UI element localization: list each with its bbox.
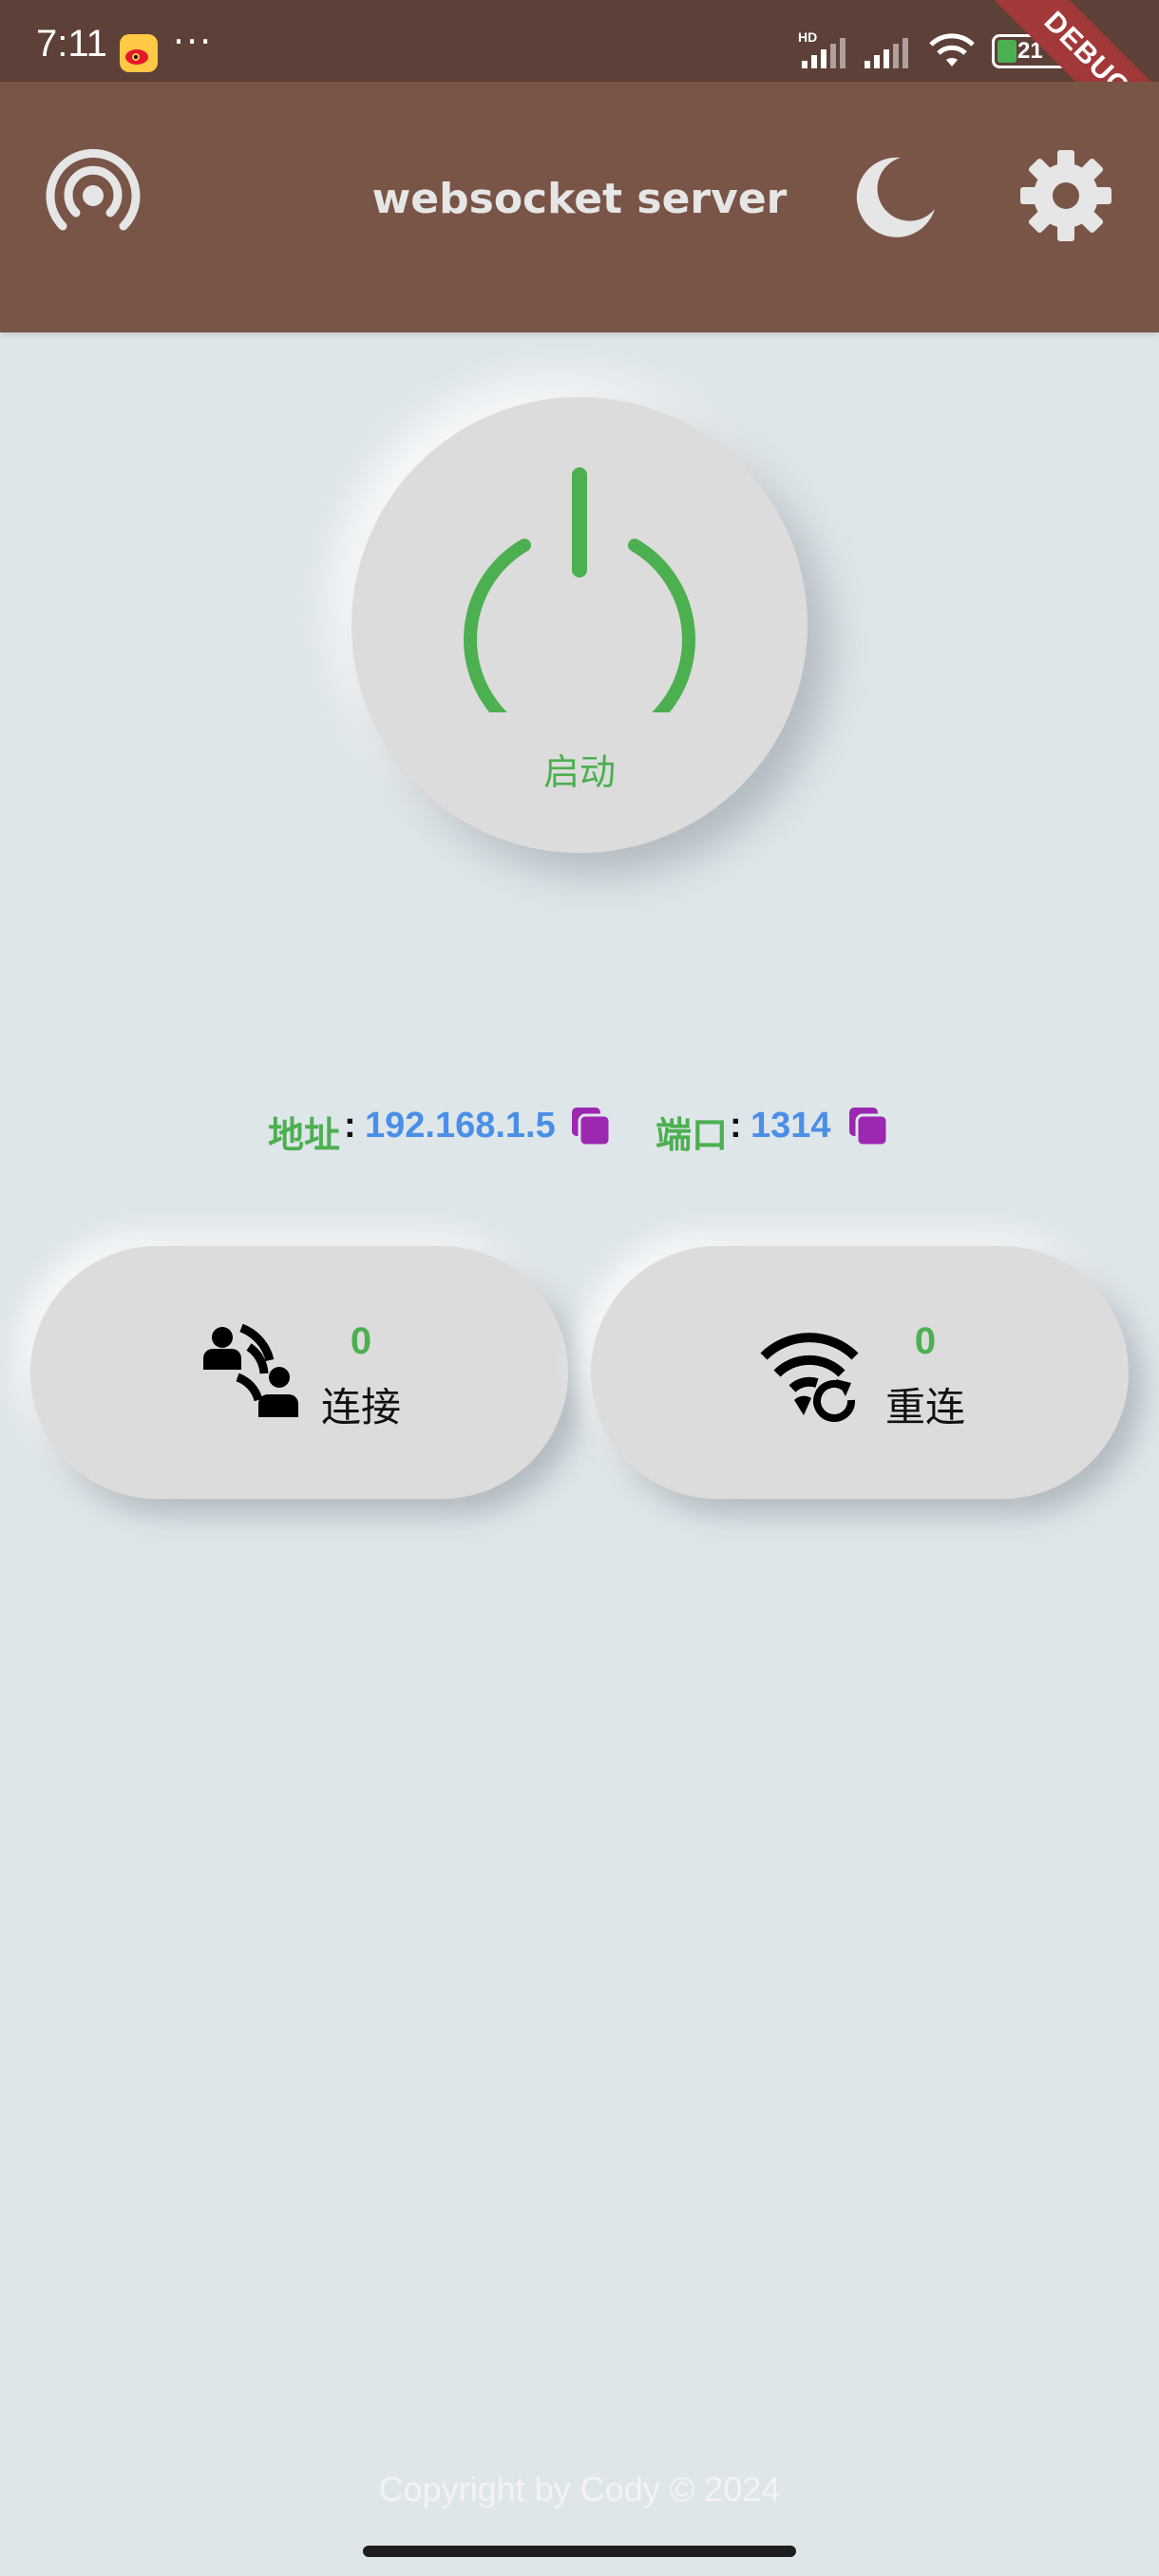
moon-icon[interactable] (844, 148, 942, 247)
weibo-notification-icon (120, 34, 158, 72)
person-connect-icon (200, 1323, 298, 1423)
copy-port-icon[interactable] (847, 1106, 889, 1147)
wifi-icon (927, 30, 977, 74)
connection-info: 地址 : 192.168.1.5 端口 : 1314 (0, 1106, 1159, 1156)
reconnects-count: 0 (914, 1320, 937, 1362)
app-bar: websocket server (0, 82, 1159, 332)
address-label: 地址 (268, 1116, 341, 1156)
reconnects-card[interactable]: 0 重连 (591, 1246, 1129, 1499)
copy-address-icon[interactable] (570, 1106, 612, 1147)
address-separator: : (344, 1106, 356, 1146)
port-separator: : (730, 1106, 742, 1146)
port-label: 端口 (656, 1116, 729, 1156)
address-value: 192.168.1.5 (365, 1106, 556, 1146)
connections-count: 0 (350, 1320, 372, 1362)
power-icon (456, 465, 703, 756)
port-value: 1314 (750, 1106, 831, 1146)
copyright-text: Copyright by Cody © 2024 (378, 2470, 781, 2509)
status-time: 7:11 (36, 23, 107, 65)
start-server-button[interactable]: 启动 (352, 397, 808, 853)
signal-icon-2 (863, 28, 916, 76)
home-indicator[interactable] (363, 2546, 796, 2557)
svg-text:HD: HD (798, 29, 817, 45)
connections-card[interactable]: 0 连接 (30, 1246, 568, 1499)
power-label: 启动 (542, 751, 616, 793)
signal-icon: HD (798, 28, 853, 76)
gear-icon[interactable] (1016, 146, 1115, 245)
status-bar: 7:11 ··· HD 21 (0, 0, 1159, 82)
app-screen: 7:11 ··· HD 21 DEBUG websocket server 启动… (0, 0, 1159, 2576)
wifi-reconnect-icon (760, 1324, 859, 1423)
connections-label: 连接 (320, 1384, 401, 1430)
app-title: websocket server (371, 175, 788, 223)
reconnects-label: 重连 (884, 1384, 965, 1430)
status-overflow: ··· (173, 21, 214, 63)
